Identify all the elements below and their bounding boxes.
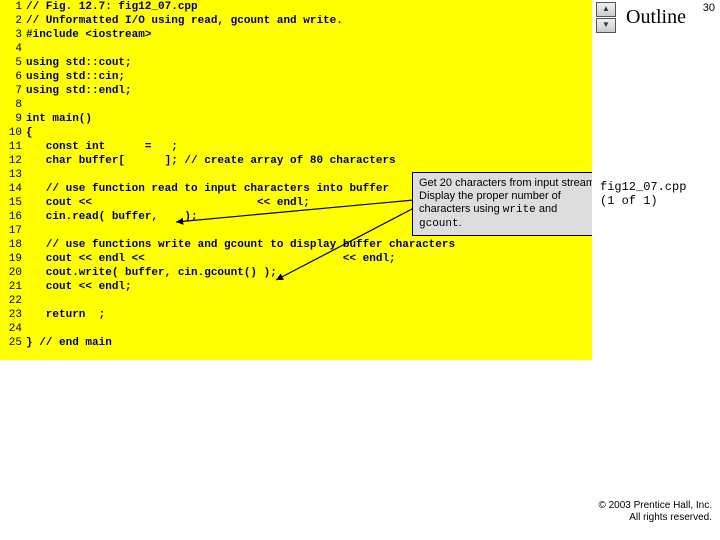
code-line: 3#include <iostream> xyxy=(0,28,592,42)
code-line: 24 xyxy=(0,322,592,336)
code-line: 18 // use functions write and gcount to … xyxy=(0,238,592,252)
code-text: { xyxy=(26,126,33,140)
copyright: © 2003 Prentice Hall, Inc. All rights re… xyxy=(598,500,712,524)
code-text: cout << endl; xyxy=(26,280,132,294)
callout-code-write: write xyxy=(503,204,536,216)
line-number: 17 xyxy=(0,224,26,238)
line-number: 12 xyxy=(0,154,26,168)
nav-up-button[interactable]: ▲ xyxy=(596,2,616,17)
line-number: 7 xyxy=(0,84,26,98)
code-text: cout << endl << << endl; xyxy=(26,252,396,266)
code-text: const int = ; xyxy=(26,140,178,154)
code-line: 23 return ; xyxy=(0,308,592,322)
code-text: using std::cout; xyxy=(26,56,132,70)
file-label-name: fig12_07.cpp xyxy=(600,180,686,194)
line-number: 21 xyxy=(0,280,26,294)
line-number: 3 xyxy=(0,28,26,42)
line-number: 6 xyxy=(0,70,26,84)
line-number: 24 xyxy=(0,322,26,336)
callout-text-3: . xyxy=(459,217,462,229)
file-label-part: (1 of 1) xyxy=(600,194,658,208)
code-line: 22 xyxy=(0,294,592,308)
code-line: 19 cout << endl << << endl; xyxy=(0,252,592,266)
code-line: 8 xyxy=(0,98,592,112)
callout-text-2: and xyxy=(536,203,557,215)
code-text: cin.read( buffer, ); xyxy=(26,210,198,224)
line-number: 4 xyxy=(0,42,26,56)
line-number: 1 xyxy=(0,0,26,14)
line-number: 23 xyxy=(0,308,26,322)
line-number: 18 xyxy=(0,238,26,252)
line-number: 25 xyxy=(0,336,26,350)
line-number: 8 xyxy=(0,98,26,112)
line-number: 15 xyxy=(0,196,26,210)
code-line: 2// Unformatted I/O using read, gcount a… xyxy=(0,14,592,28)
code-line: 6using std::cin; xyxy=(0,70,592,84)
code-text: char buffer[ ]; // create array of 80 ch… xyxy=(26,154,396,168)
file-label: fig12_07.cpp (1 of 1) xyxy=(600,180,686,208)
code-line: 7using std::endl; xyxy=(0,84,592,98)
outline-title: Outline xyxy=(626,6,686,29)
line-number: 20 xyxy=(0,266,26,280)
code-text: // use function read to input characters… xyxy=(26,182,389,196)
code-text: } // end main xyxy=(26,336,112,350)
code-line: 10{ xyxy=(0,126,592,140)
line-number: 11 xyxy=(0,140,26,154)
code-line: 5using std::cout; xyxy=(0,56,592,70)
callout-box: Get 20 characters from input stream. Dis… xyxy=(412,172,606,236)
line-number: 16 xyxy=(0,210,26,224)
line-number: 9 xyxy=(0,112,26,126)
page-number: 30 xyxy=(703,2,715,14)
code-line: 21 cout << endl; xyxy=(0,280,592,294)
code-line: 4 xyxy=(0,42,592,56)
nav-down-button[interactable]: ▼ xyxy=(596,18,616,33)
code-line: 12 char buffer[ ]; // create array of 80… xyxy=(0,154,592,168)
code-line: 20 cout.write( buffer, cin.gcount() ); xyxy=(0,266,592,280)
code-text: // use functions write and gcount to dis… xyxy=(26,238,455,252)
line-number: 5 xyxy=(0,56,26,70)
code-text: return ; xyxy=(26,308,105,322)
sidebar: ▲ ▼ Outline 30 fig12_07.cpp (1 of 1) © 2… xyxy=(592,0,720,540)
code-text: int main() xyxy=(26,112,92,126)
code-line: 9int main() xyxy=(0,112,592,126)
line-number: 14 xyxy=(0,182,26,196)
code-text: // Fig. 12.7: fig12_07.cpp xyxy=(26,0,198,14)
line-number: 2 xyxy=(0,14,26,28)
slide: 1// Fig. 12.7: fig12_07.cpp2// Unformatt… xyxy=(0,0,720,540)
copyright-line1: © 2003 Prentice Hall, Inc. xyxy=(598,500,712,511)
code-text: cout.write( buffer, cin.gcount() ); xyxy=(26,266,277,280)
line-number: 19 xyxy=(0,252,26,266)
code-text: // Unformatted I/O using read, gcount an… xyxy=(26,14,343,28)
callout-code-gcount: gcount xyxy=(419,218,459,230)
code-text: #include <iostream> xyxy=(26,28,151,42)
line-number: 13 xyxy=(0,168,26,182)
code-line: 1// Fig. 12.7: fig12_07.cpp xyxy=(0,0,592,14)
copyright-line2: All rights reserved. xyxy=(629,512,712,523)
code-text: using std::endl; xyxy=(26,84,132,98)
line-number: 22 xyxy=(0,294,26,308)
line-number: 10 xyxy=(0,126,26,140)
code-line: 25} // end main xyxy=(0,336,592,350)
code-text: cout << << endl; xyxy=(26,196,310,210)
code-line: 11 const int = ; xyxy=(0,140,592,154)
nav-buttons: ▲ ▼ xyxy=(596,2,616,34)
code-text: using std::cin; xyxy=(26,70,125,84)
